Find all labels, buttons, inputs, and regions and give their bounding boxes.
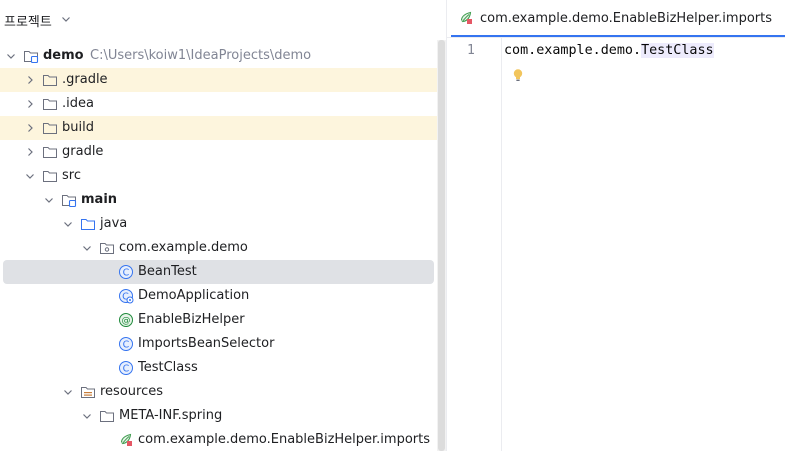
tree-item[interactable]: com.example.demo xyxy=(0,236,440,260)
svg-text:C: C xyxy=(123,363,130,374)
tree-item-label: resources xyxy=(100,384,164,399)
tree-item[interactable]: main xyxy=(0,188,440,212)
svg-text:@: @ xyxy=(122,316,131,326)
chevron-right-icon[interactable] xyxy=(24,122,36,134)
tree-item-label: gradle xyxy=(62,144,104,159)
chevron-down-icon[interactable] xyxy=(24,170,36,182)
tree-item[interactable]: java xyxy=(0,212,440,236)
lightbulb-icon[interactable] xyxy=(510,67,526,83)
class-icon: C xyxy=(119,361,133,375)
tree-item-label: com.example.demo.EnableBizHelper.imports xyxy=(138,432,431,447)
chevron-down-icon[interactable] xyxy=(43,194,55,206)
tree-item-label: BeanTest xyxy=(138,264,197,279)
svg-text:C: C xyxy=(123,267,130,278)
chevron-right-icon[interactable] xyxy=(24,146,36,158)
scrollbar-thumb[interactable] xyxy=(438,40,445,451)
chevron-down-icon[interactable] xyxy=(81,410,93,422)
module-folder-icon xyxy=(62,195,77,208)
chevron-right-icon[interactable] xyxy=(24,98,36,110)
project-tool-window: 프로젝트 demo C:\Users\koiw1\IdeaProjects\dem… xyxy=(0,0,446,451)
tree-item[interactable]: .gradle xyxy=(0,68,440,92)
tree-item-label: .gradle xyxy=(62,72,108,87)
tree-item-label: ImportsBeanSelector xyxy=(138,336,275,351)
chevron-down-icon[interactable] xyxy=(62,218,74,230)
gutter-separator xyxy=(501,38,502,451)
editor-area: com.example.demo.EnableBizHelper.imports… xyxy=(447,0,785,451)
chevron-right-icon[interactable] xyxy=(24,74,36,86)
active-tab-indicator xyxy=(451,35,785,37)
tree-item[interactable]: C BeanTest xyxy=(3,260,434,284)
tree-item-label: META-INF.spring xyxy=(119,408,223,423)
imports-file-icon xyxy=(120,433,132,446)
project-tree: demo C:\Users\koiw1\IdeaProjects\demo .gra… xyxy=(0,44,440,451)
tree-item[interactable]: C DemoApplication xyxy=(0,284,440,308)
module-folder-icon xyxy=(24,51,39,64)
editor-tab-label: com.example.demo.EnableBizHelper.imports xyxy=(480,11,773,26)
tree-item[interactable]: C ImportsBeanSelector xyxy=(0,332,440,356)
project-path: C:\Users\koiw1\IdeaProjects\demo xyxy=(90,48,312,63)
package-icon xyxy=(100,243,114,254)
tree-item[interactable]: C TestClass xyxy=(0,356,440,380)
tree-item-label: src xyxy=(62,168,81,183)
project-panel-header: 프로젝트 xyxy=(0,0,446,40)
source-folder-icon xyxy=(81,219,95,230)
code-line[interactable]: com.example.demo.TestClass xyxy=(504,43,714,58)
tree-item-label: DemoApplication xyxy=(138,288,250,303)
annotation-icon: @ xyxy=(119,313,133,327)
tree-item[interactable]: build xyxy=(0,116,440,140)
tree-item-label: java xyxy=(100,216,128,231)
line-number: 1 xyxy=(467,43,475,58)
imports-file-icon xyxy=(460,11,472,24)
folder-icon xyxy=(100,411,114,422)
editor-tab[interactable]: com.example.demo.EnableBizHelper.imports xyxy=(447,0,785,38)
chevron-down-icon[interactable] xyxy=(5,50,17,62)
line-number-gutter xyxy=(447,38,502,451)
tree-item[interactable]: demo C:\Users\koiw1\IdeaProjects\demo xyxy=(0,44,440,68)
tree-item-label: build xyxy=(62,120,94,135)
folder-icon xyxy=(43,75,57,86)
svg-text:C: C xyxy=(123,339,130,350)
chevron-down-icon[interactable] xyxy=(81,242,93,254)
tree-item-label: main xyxy=(81,192,118,207)
tree-item[interactable]: src xyxy=(0,164,440,188)
folder-icon xyxy=(43,123,57,134)
spring-boot-class-icon: C xyxy=(119,289,134,304)
tree-item[interactable]: @ EnableBizHelper xyxy=(0,308,440,332)
class-icon: C xyxy=(119,265,133,279)
tree-item[interactable]: META-INF.spring xyxy=(0,404,440,428)
resources-folder-icon xyxy=(81,387,95,398)
tree-item-label: .idea xyxy=(62,96,94,111)
folder-icon xyxy=(43,147,57,158)
tree-item-label: TestClass xyxy=(138,360,198,375)
tree-item[interactable]: resources xyxy=(0,380,440,404)
tree-item[interactable]: com.example.demo.EnableBizHelper.imports xyxy=(0,428,440,451)
chevron-down-icon[interactable] xyxy=(60,13,72,25)
folder-icon xyxy=(43,99,57,110)
tree-item[interactable]: .idea xyxy=(0,92,440,116)
code-class-reference[interactable]: TestClass xyxy=(641,43,714,58)
class-icon: C xyxy=(119,337,133,351)
folder-icon xyxy=(43,171,57,182)
tree-item[interactable]: gradle xyxy=(0,140,440,164)
tree-item-label: com.example.demo xyxy=(119,240,248,255)
tree-item-label: EnableBizHelper xyxy=(138,312,245,327)
tree-item-label: demo xyxy=(43,48,84,63)
chevron-down-icon[interactable] xyxy=(62,386,74,398)
project-panel-title[interactable]: 프로젝트 xyxy=(4,11,52,30)
code-package: com.example.demo. xyxy=(504,43,642,58)
